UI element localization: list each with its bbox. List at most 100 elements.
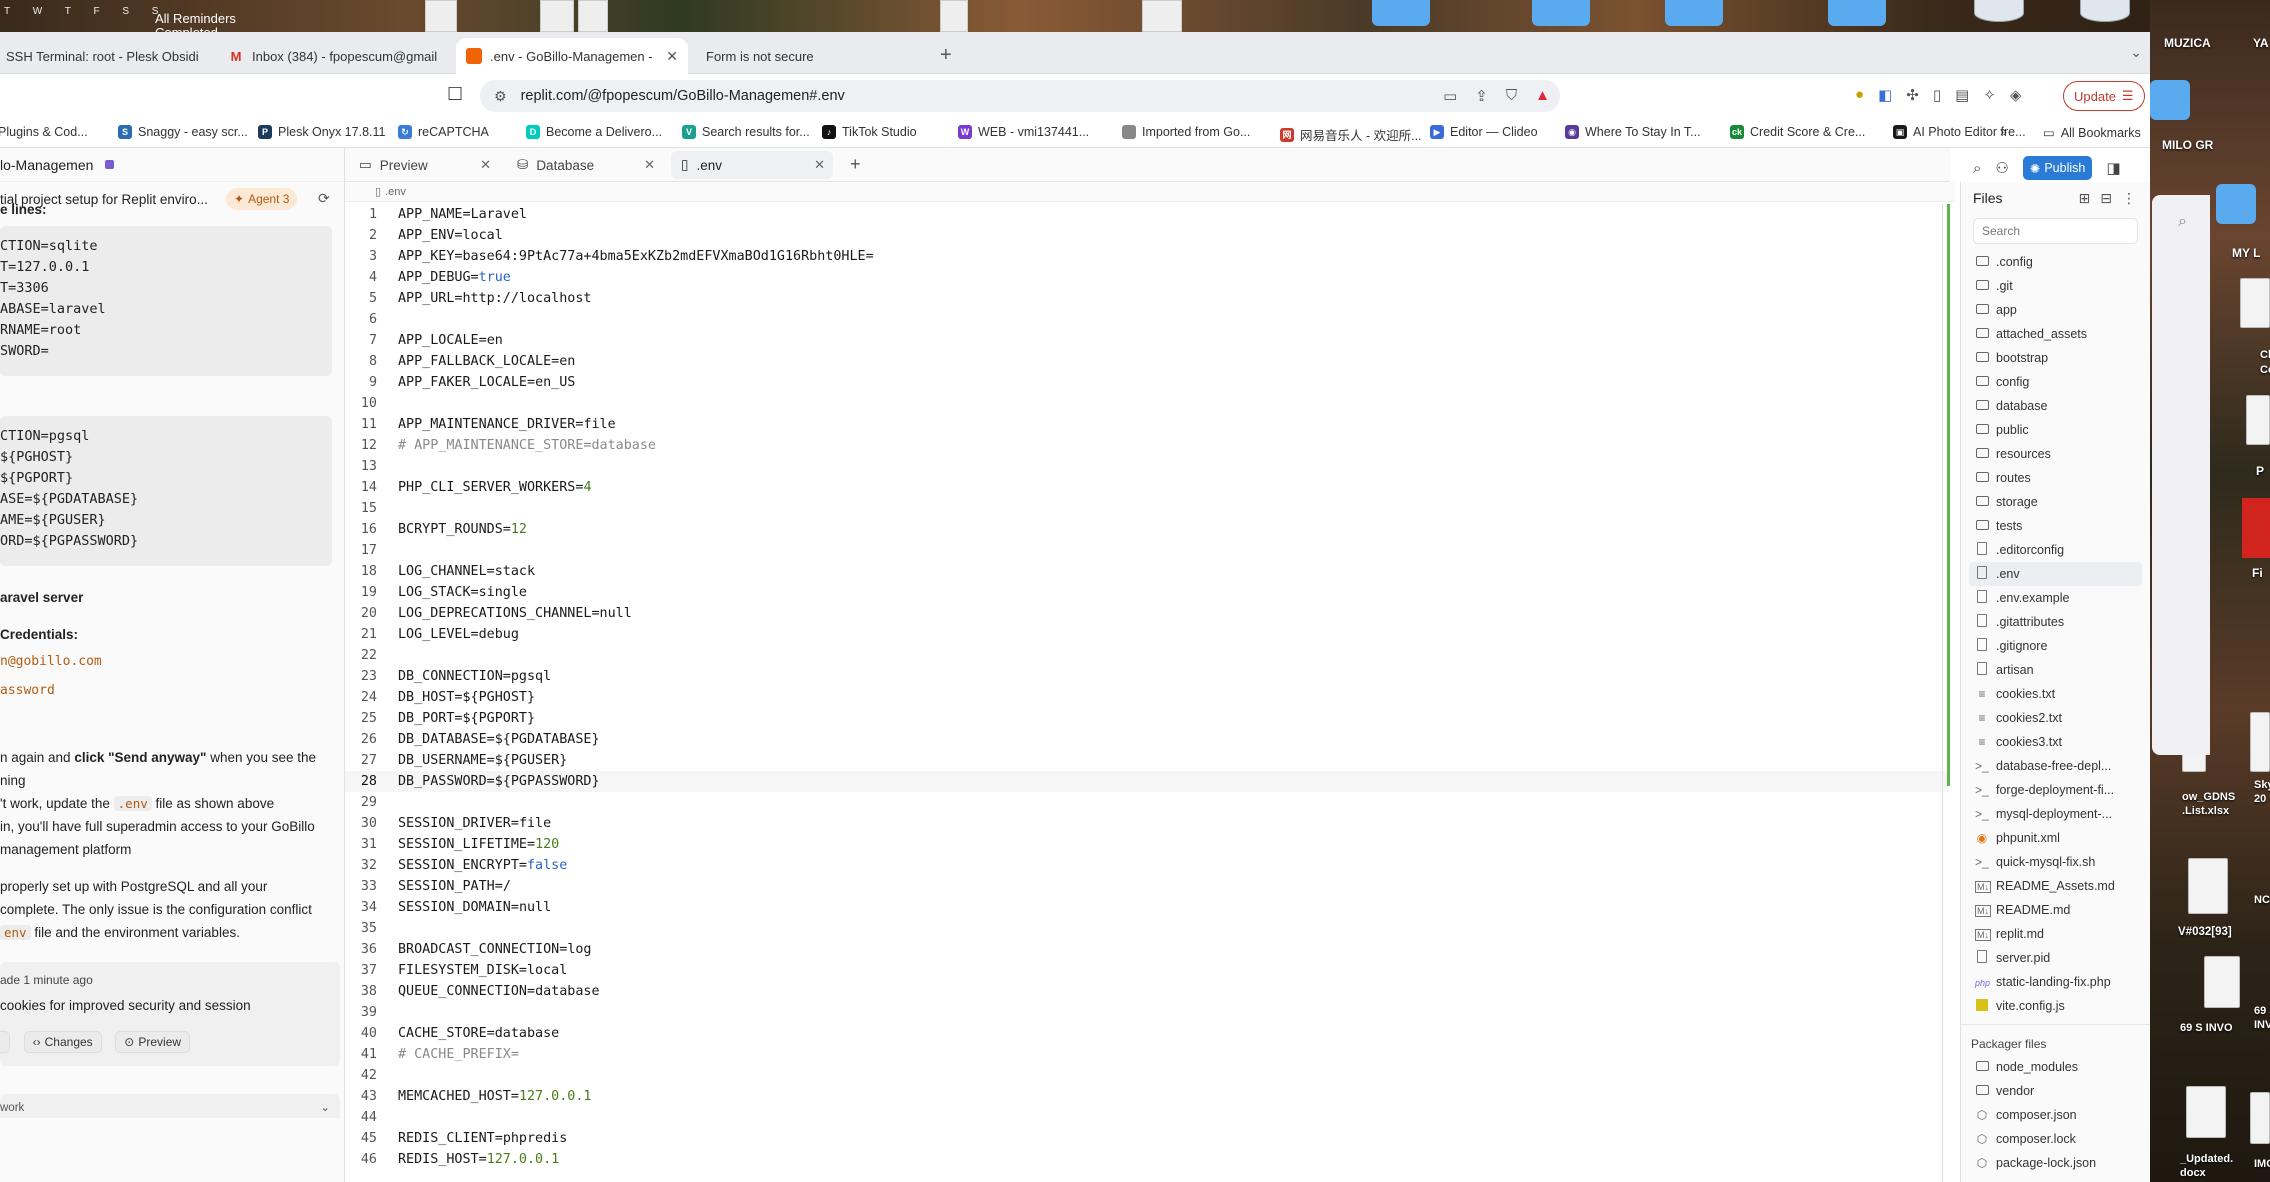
code-line[interactable]: 42: [345, 1065, 1949, 1086]
share-icon[interactable]: ⇪: [1475, 87, 1488, 105]
pdf-red-icon[interactable]: [2242, 498, 2270, 558]
publish-button[interactable]: ✺ Publish: [2022, 156, 2093, 180]
file-item[interactable]: .editorconfig: [1961, 538, 2150, 562]
toggle-sidebar-icon[interactable]: ◨: [2106, 159, 2120, 177]
file-item[interactable]: >_ database-free-depl...: [1961, 754, 2150, 778]
code-line[interactable]: 6: [345, 309, 1949, 330]
bookmark-star-icon[interactable]: ☐: [447, 84, 463, 105]
code-line[interactable]: 7 APP_LOCALE=en: [345, 330, 1949, 351]
new-folder-icon[interactable]: ⊟: [2100, 190, 2112, 207]
file-item[interactable]: public: [1961, 418, 2150, 442]
file-item[interactable]: >_ quick-mysql-fix.sh: [1961, 850, 2150, 874]
code-line[interactable]: 44: [345, 1107, 1949, 1128]
file-item[interactable]: .config: [1961, 250, 2150, 274]
more-icon[interactable]: ⋮: [2122, 190, 2136, 207]
file-item[interactable]: node_modules: [1961, 1055, 2150, 1079]
code-line[interactable]: 9 APP_FAKER_LOCALE=en_US: [345, 372, 1949, 393]
desktop-label[interactable]: MILO GR: [2162, 138, 2213, 152]
code-line[interactable]: 36 BROADCAST_CONNECTION=log: [345, 939, 1949, 960]
code-line[interactable]: 26 DB_DATABASE=${PGDATABASE}: [345, 729, 1949, 750]
desktop-pdf-icon[interactable]: [2188, 858, 2228, 914]
code-line[interactable]: 28 DB_PASSWORD=${PGPASSWORD}: [345, 771, 1949, 792]
files-search-input[interactable]: Search: [1973, 218, 2138, 244]
tab-preview[interactable]: ▭ Preview ✕: [349, 151, 499, 179]
file-item[interactable]: vendor: [1961, 1079, 2150, 1103]
code-line[interactable]: 37 FILESYSTEM_DISK=local: [345, 960, 1949, 981]
close-tab-icon[interactable]: ✕: [480, 157, 491, 173]
file-item[interactable]: attached_assets: [1961, 322, 2150, 346]
new-file-icon[interactable]: ⊞: [2079, 190, 2091, 207]
all-bookmarks[interactable]: ▭ All Bookmarks: [2043, 125, 2141, 141]
desktop-file-thumb[interactable]: [425, 0, 457, 32]
file-item[interactable]: ≡ cookies.txt: [1961, 682, 2150, 706]
file-item[interactable]: tests: [1961, 514, 2150, 538]
code-line[interactable]: 25 DB_PORT=${PGPORT}: [345, 708, 1949, 729]
code-line[interactable]: 35: [345, 918, 1949, 939]
desktop-file-thumb[interactable]: [940, 0, 968, 32]
desktop-label[interactable]: P: [2256, 464, 2264, 478]
desktop-label[interactable]: Fi: [2252, 566, 2263, 580]
file-item[interactable]: .gitignore: [1961, 634, 2150, 658]
warning-icon[interactable]: ▲: [1535, 87, 1550, 105]
desktop-docx-icon[interactable]: [2186, 1086, 2226, 1138]
rollback-chip[interactable]: ·: [0, 1031, 10, 1053]
desktop-file-icon[interactable]: [2250, 712, 2270, 772]
tab-gmail[interactable]: M Inbox (384) - fpopescum@gmail: [218, 38, 444, 74]
code-line[interactable]: 1 APP_NAME=Laravel: [345, 204, 1949, 225]
code-line[interactable]: 8 APP_FALLBACK_LOCALE=en: [345, 351, 1949, 372]
code-line[interactable]: 4 APP_DEBUG=true: [345, 267, 1949, 288]
file-item[interactable]: ⬡ package-lock.json: [1961, 1151, 2150, 1175]
bookmark-item[interactable]: V Search results for...: [682, 125, 810, 139]
code-line[interactable]: 2 APP_ENV=local: [345, 225, 1949, 246]
code-line[interactable]: 31 SESSION_LIFETIME=120: [345, 834, 1949, 855]
site-info-icon[interactable]: ⚙: [494, 88, 507, 105]
code-line[interactable]: 13: [345, 456, 1949, 477]
file-item[interactable]: .git: [1961, 274, 2150, 298]
code-line[interactable]: 11 APP_MAINTENANCE_DRIVER=file: [345, 414, 1949, 435]
code-line[interactable]: 24 DB_HOST=${PGHOST}: [345, 687, 1949, 708]
file-item[interactable]: vite.config.js: [1961, 994, 2150, 1018]
code-line[interactable]: 5 APP_URL=http://localhost: [345, 288, 1949, 309]
desktop-label[interactable]: _Updated. docx: [2180, 1152, 2233, 1180]
file-item[interactable]: resources: [1961, 442, 2150, 466]
invite-user-icon[interactable]: ⚇: [1995, 159, 2008, 177]
code-line[interactable]: 38 QUEUE_CONNECTION=database: [345, 981, 1949, 1002]
file-item[interactable]: app: [1961, 298, 2150, 322]
wallet-icon[interactable]: ▤: [1955, 86, 1969, 104]
code-line[interactable]: 16 BCRYPT_ROUNDS=12: [345, 519, 1949, 540]
desktop-file-icon[interactable]: [2240, 278, 2270, 328]
code-editor[interactable]: 1 APP_NAME=Laravel 2 APP_ENV=local 3 APP_KEY=…: [345, 204, 1949, 1170]
file-item[interactable]: .env.example: [1961, 586, 2150, 610]
bookmark-item[interactable]: W WEB - vmi137441...: [958, 125, 1089, 139]
bookmark-item[interactable]: ▣ AI Photo Editor fre...: [1893, 125, 2026, 139]
file-item[interactable]: php static-landing-fix.php: [1961, 970, 2150, 994]
file-item[interactable]: .env: [1969, 562, 2142, 586]
code-line[interactable]: 34 SESSION_DOMAIN=null: [345, 897, 1949, 918]
extension-icon[interactable]: ●: [1855, 86, 1864, 104]
bookmark-item[interactable]: ♪ TikTok Studio: [822, 125, 917, 139]
breadcrumb-file[interactable]: .env: [385, 186, 406, 198]
file-item[interactable]: server.pid: [1961, 946, 2150, 970]
file-item[interactable]: ≡ cookies2.txt: [1961, 706, 2150, 730]
code-line[interactable]: 12 # APP_MAINTENANCE_STORE=database: [345, 435, 1949, 456]
file-item[interactable]: database: [1961, 394, 2150, 418]
bookmark-item[interactable]: S Snaggy - easy scr...: [118, 125, 248, 139]
desktop-label[interactable]: V#032[93]: [2178, 926, 2232, 938]
file-item[interactable]: M↓ README_Assets.md: [1961, 874, 2150, 898]
tab-env[interactable]: ▯ .env ✕: [671, 151, 833, 179]
desktop-folder-icon[interactable]: [1665, 0, 1723, 26]
ai-sparkle-icon[interactable]: ✧: [1983, 86, 1996, 104]
shield-icon[interactable]: ⛉: [1506, 87, 1517, 105]
code-line[interactable]: 20 LOG_DEPRECATIONS_CHANNEL=null: [345, 603, 1949, 624]
bookmark-item[interactable]: ck Credit Score & Cre...: [1730, 125, 1865, 139]
chevron-down-icon[interactable]: ⌄: [2130, 44, 2142, 61]
file-item[interactable]: config: [1961, 370, 2150, 394]
project-title[interactable]: lo-Managemen: [0, 157, 93, 173]
file-item[interactable]: artisan: [1961, 658, 2150, 682]
desktop-folder-icon[interactable]: [2216, 184, 2256, 224]
tab-database[interactable]: ⛁ Database ✕: [507, 151, 663, 179]
file-item[interactable]: routes: [1961, 466, 2150, 490]
file-item[interactable]: storage: [1961, 490, 2150, 514]
file-item[interactable]: M↓ replit.md: [1961, 922, 2150, 946]
url-text[interactable]: replit.com/@fpopescum/GoBillo-Managemen#…: [521, 88, 845, 104]
